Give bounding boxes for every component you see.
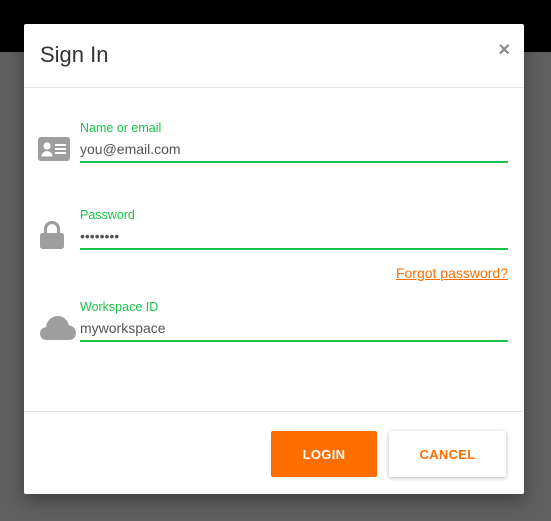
name-or-email-input[interactable]: [80, 137, 508, 163]
dialog-footer: LOGIN CANCEL: [24, 411, 524, 494]
password-input[interactable]: [80, 224, 508, 250]
password-field-row: Password: [24, 208, 524, 256]
workspace-field-row: Workspace ID: [24, 300, 524, 348]
dialog-title: Sign In: [40, 42, 109, 67]
close-button[interactable]: ×: [498, 40, 510, 60]
dialog-header: Sign In ×: [24, 24, 524, 88]
forgot-password-link[interactable]: Forgot password?: [396, 265, 508, 281]
sign-in-dialog: Sign In × Name or email Password Forgot …: [24, 24, 524, 494]
lock-icon: [40, 220, 64, 249]
name-field-row: Name or email: [24, 121, 524, 169]
workspace-field-label: Workspace ID: [80, 300, 159, 314]
password-field-label: Password: [80, 208, 135, 222]
workspace-id-input[interactable]: [80, 316, 508, 342]
id-card-icon: [38, 137, 70, 161]
login-button[interactable]: LOGIN: [271, 431, 377, 477]
cloud-icon: [40, 316, 76, 340]
name-field-label: Name or email: [80, 121, 162, 135]
cancel-button[interactable]: CANCEL: [389, 431, 506, 477]
